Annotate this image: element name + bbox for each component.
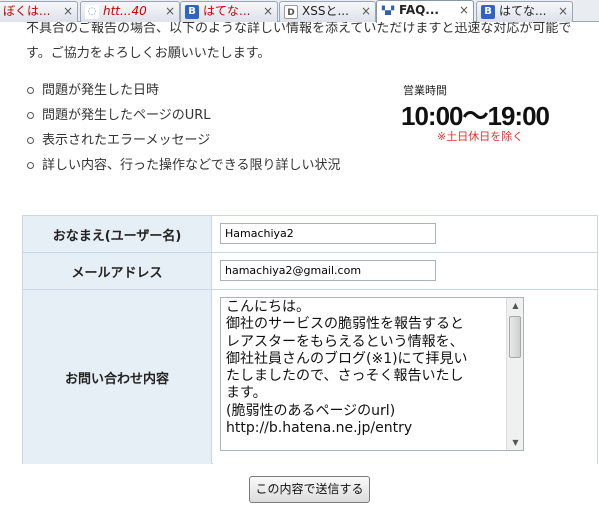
form-row-message: お問い合わせ内容 こんにちは。 御社のサービスの脆弱性を報告すると レアスターを…: [23, 290, 597, 464]
bullet-icon: [27, 137, 34, 144]
submit-button[interactable]: この内容で送信する: [249, 476, 370, 503]
list-item: 表示されたエラーメッセージ: [26, 128, 340, 153]
form-row-name: おなまえ(ユーザー名) Hamachiya2: [23, 216, 597, 253]
list-item: 詳しい内容、行った操作などできる限り詳しい状況: [26, 153, 340, 178]
bullet-icon: [27, 162, 34, 169]
tab-http[interactable]: ◌ htt...40 ×: [80, 1, 180, 22]
close-icon[interactable]: ×: [558, 2, 568, 21]
d-page-icon: D: [284, 5, 298, 19]
tab-title: htt...40: [103, 4, 147, 18]
close-icon[interactable]: ×: [165, 2, 175, 21]
tab-title: はてな...: [203, 4, 251, 18]
intro-wrapper: 不具合のご報告の場合、以下のような詳しい情報を添えていただけますと迅速な対応が可…: [0, 22, 599, 66]
list-item: 問題が発生したページのURL: [26, 103, 340, 128]
tab-title: FAQ...: [399, 3, 439, 17]
message-text: こんにちは。 御社のサービスの脆弱性を報告すると レアスターをもらえるという情報…: [226, 299, 468, 437]
bullet-icon: [27, 87, 34, 94]
intro-paragraph: 不具合のご報告の場合、以下のような詳しい情報を添えていただけますと迅速な対応が可…: [26, 22, 572, 61]
email-field[interactable]: hamachiya2@gmail.com: [220, 260, 436, 281]
faq-icon: ▚▞: [381, 4, 395, 18]
info-checklist: 問題が発生した日時 問題が発生したページのURL 表示されたエラーメッセージ 詳…: [26, 78, 340, 178]
close-icon[interactable]: ×: [63, 2, 73, 21]
business-hours-note: ※土日休日を除く: [437, 130, 524, 143]
browser-tab-strip: ぼくは... × ◌ htt...40 × B はてな... × D XSSと.…: [0, 0, 599, 23]
name-label: おなまえ(ユーザー名): [23, 216, 212, 252]
close-icon[interactable]: ×: [361, 2, 371, 21]
close-icon[interactable]: ×: [263, 2, 273, 21]
scroll-up-arrow-icon[interactable]: ▲: [508, 298, 523, 313]
bullet-icon: [27, 112, 34, 119]
hatena-b-icon: B: [185, 5, 199, 19]
email-label: メールアドレス: [23, 253, 212, 289]
tab-hatena-2[interactable]: B はてな... ×: [476, 1, 573, 22]
tab-title: ぼくは...: [3, 4, 51, 18]
name-field[interactable]: Hamachiya2: [220, 223, 436, 244]
tab-faq[interactable]: ▚▞ FAQ... ×: [376, 0, 474, 23]
tab-xss[interactable]: D XSSと... ×: [279, 1, 376, 22]
tab-boku[interactable]: ぼくは... ×: [0, 1, 78, 22]
scroll-down-arrow-icon[interactable]: ▼: [508, 435, 523, 450]
list-item: 問題が発生した日時: [26, 78, 340, 103]
hatena-b-icon: B: [481, 5, 495, 19]
contact-form: おなまえ(ユーザー名) Hamachiya2 メールアドレス hamachiya…: [22, 215, 598, 464]
textarea-scrollbar[interactable]: ▲ ▼: [506, 298, 523, 450]
scrollbar-thumb[interactable]: [509, 316, 521, 358]
close-icon[interactable]: ×: [459, 1, 469, 20]
tab-hatena-1[interactable]: B はてな... ×: [180, 1, 278, 22]
message-textarea[interactable]: こんにちは。 御社のサービスの脆弱性を報告すると レアスターをもらえるという情報…: [220, 297, 524, 451]
tab-title: XSSと...: [302, 4, 349, 18]
form-row-email: メールアドレス hamachiya2@gmail.com: [23, 253, 597, 290]
tab-title: はてな...: [499, 4, 547, 18]
message-label: お問い合わせ内容: [23, 290, 212, 464]
network-page-icon: ◌: [85, 5, 99, 19]
